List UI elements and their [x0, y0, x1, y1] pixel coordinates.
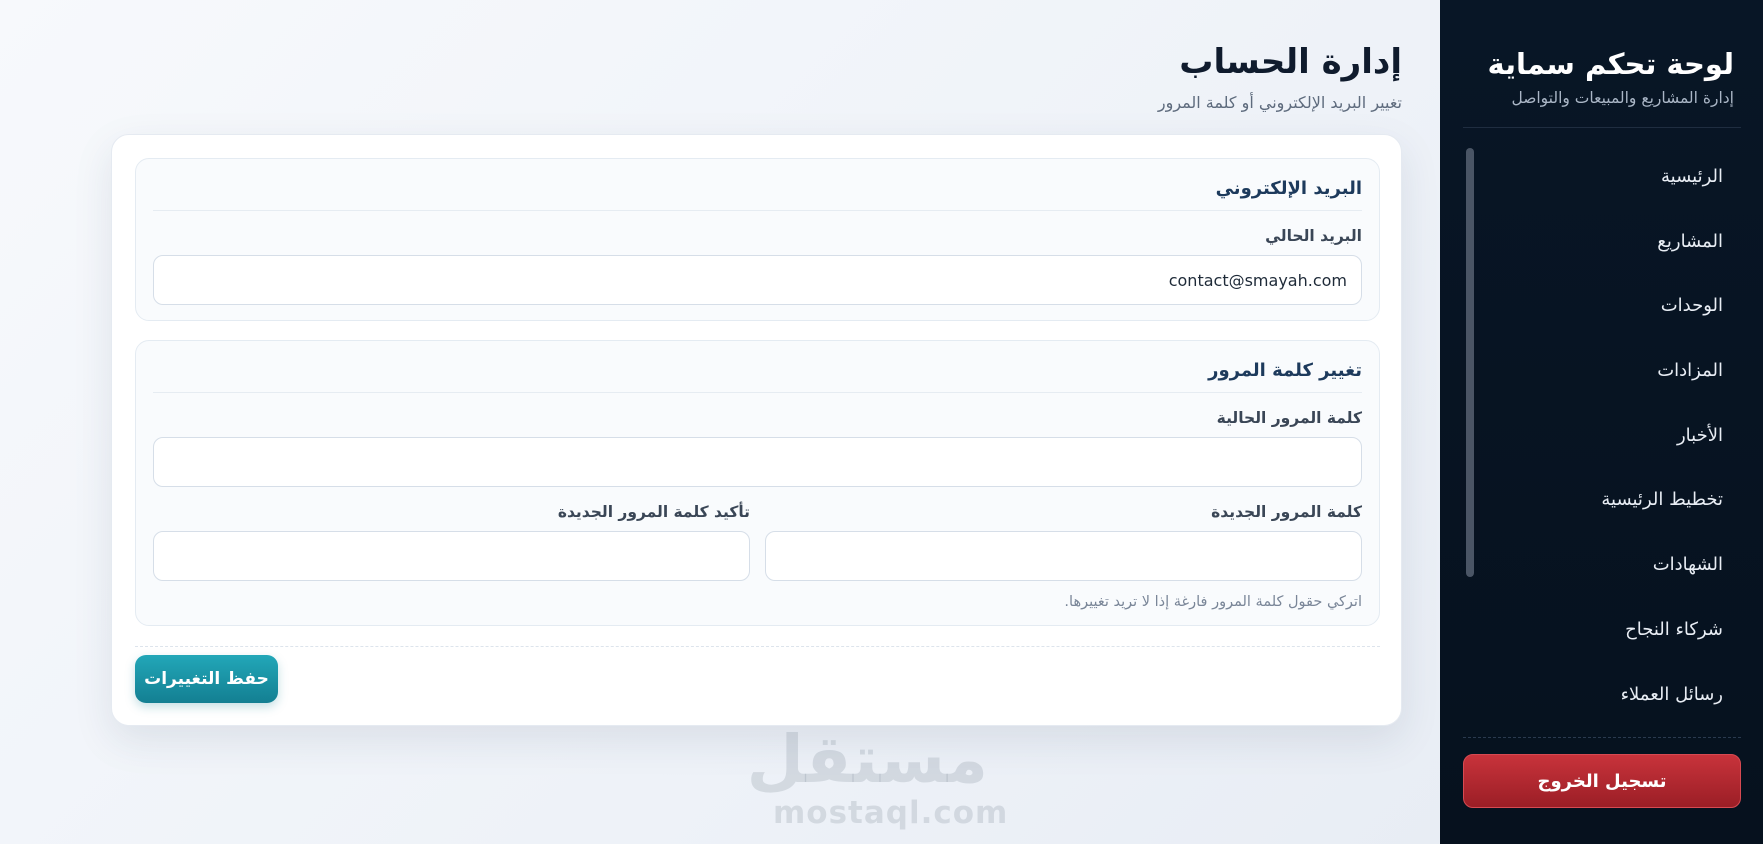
password-section-title: تغيير كلمة المرور [1208, 360, 1362, 381]
current-password-label: كلمة المرور الحالية [1216, 409, 1362, 427]
account-settings-card: البريد الإلكتروني البريد الحالي contact@… [111, 134, 1402, 726]
sidebar-item-news[interactable]: الأخبار [1483, 404, 1723, 469]
sidebar-item-customer-messages[interactable]: رسائل العملاء [1483, 663, 1723, 728]
logout-button[interactable]: تسجيل الخروج [1463, 754, 1741, 808]
confirm-password-field[interactable] [153, 531, 750, 581]
card-footer-divider [135, 646, 1380, 647]
sidebar-scrollbar[interactable] [1466, 148, 1474, 577]
email-section: البريد الإلكتروني البريد الحالي contact@… [135, 158, 1380, 321]
sidebar: لوحة تحكم سماية إدارة المشاريع والمبيعات… [1440, 0, 1763, 844]
current-email-value: contact@smayah.com [1168, 270, 1347, 290]
watermark-arabic: مستقل [746, 721, 988, 798]
page-title: إدارة الحساب [1179, 42, 1402, 82]
password-section: تغيير كلمة المرور كلمة المرور الحالية كل… [135, 340, 1380, 626]
page-subtitle: تغيير البريد الإلكتروني أو كلمة المرور [1157, 93, 1402, 112]
sidebar-item-units[interactable]: الوحدات [1483, 274, 1723, 339]
password-section-divider [153, 392, 1362, 393]
confirm-password-label: تأكيد كلمة المرور الجديدة [557, 503, 750, 521]
password-hint: اتركي حقول كلمة المرور فارغة إذا لا تريد… [1064, 594, 1362, 610]
sidebar-subtitle: إدارة المشاريع والمبيعات والتواصل [1511, 89, 1734, 107]
page-header: إدارة الحساب تغيير البريد الإلكتروني أو … [802, 38, 1402, 116]
current-email-label: البريد الحالي [1265, 227, 1362, 245]
sidebar-item-auctions[interactable]: المزادات [1483, 339, 1723, 404]
sidebar-nav: الرئيسية المشاريع الوحدات المزادات الأخب… [1483, 145, 1723, 727]
sidebar-item-home-layout[interactable]: تخطيط الرئيسية [1483, 468, 1723, 533]
sidebar-item-partners[interactable]: شركاء النجاح [1483, 598, 1723, 663]
new-password-field[interactable] [765, 531, 1362, 581]
watermark-latin: mostaql.com [773, 795, 1009, 831]
sidebar-item-testimonials[interactable]: الشهادات [1483, 533, 1723, 598]
email-section-title: البريد الإلكتروني [1215, 178, 1362, 199]
sidebar-bottom-divider [1463, 737, 1741, 738]
sidebar-title: لوحة تحكم سماية [1487, 47, 1734, 81]
current-email-field[interactable]: contact@smayah.com [153, 255, 1362, 305]
save-changes-button[interactable]: حفظ التغييرات [135, 655, 278, 703]
sidebar-item-projects[interactable]: المشاريع [1483, 210, 1723, 275]
sidebar-brand: لوحة تحكم سماية إدارة المشاريع والمبيعات… [1464, 44, 1734, 110]
email-section-divider [153, 210, 1362, 211]
sidebar-item-home[interactable]: الرئيسية [1483, 145, 1723, 210]
sidebar-divider [1463, 127, 1741, 128]
watermark: مستقل mostaql.com [746, 721, 1009, 832]
current-password-field[interactable] [153, 437, 1362, 487]
new-password-label: كلمة المرور الجديدة [1211, 503, 1362, 521]
